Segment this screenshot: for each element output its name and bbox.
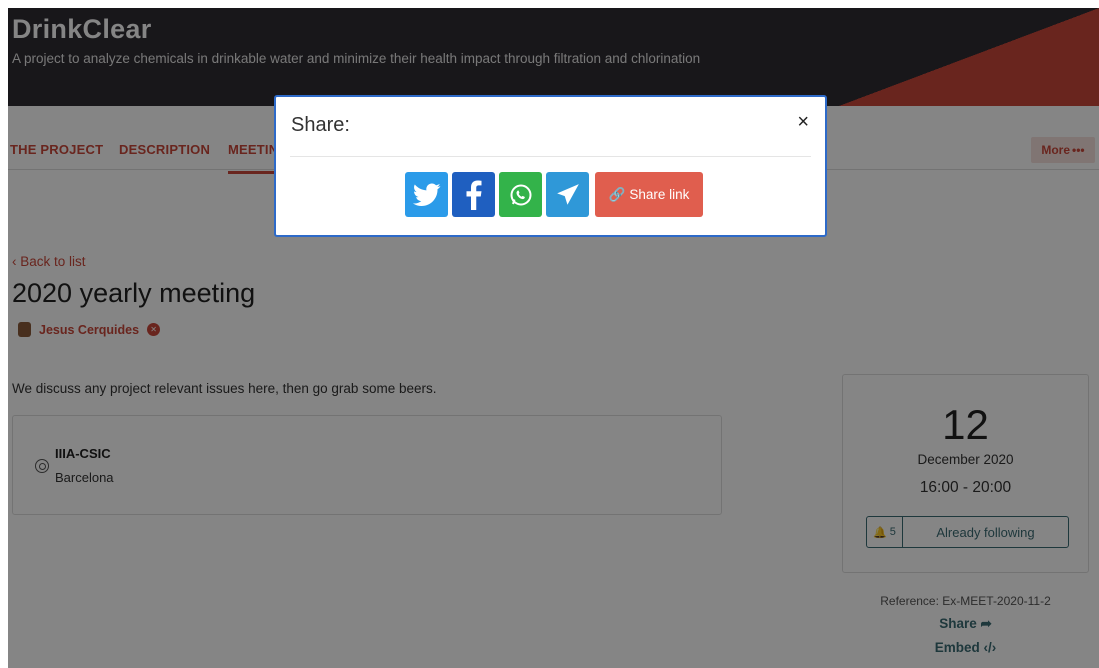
app-frame: DrinkClear A project to analyze chemical… xyxy=(8,8,1099,668)
link-icon: 🔗 xyxy=(608,186,626,202)
telegram-icon xyxy=(556,183,579,205)
twitter-icon xyxy=(412,182,441,206)
close-icon[interactable]: × xyxy=(797,111,809,134)
share-link-label: Share link xyxy=(629,187,690,202)
share-telegram-button[interactable] xyxy=(546,172,589,217)
modal-divider xyxy=(290,156,811,157)
share-twitter-button[interactable] xyxy=(405,172,448,217)
facebook-icon xyxy=(466,179,481,210)
share-whatsapp-button[interactable] xyxy=(499,172,542,217)
share-buttons: 🔗 Share link xyxy=(405,172,703,217)
share-facebook-button[interactable] xyxy=(452,172,495,217)
modal-title: Share: xyxy=(291,114,350,136)
share-link-button[interactable]: 🔗 Share link xyxy=(595,172,703,217)
share-modal: Share: × 🔗 Share link xyxy=(274,95,827,237)
whatsapp-icon xyxy=(510,184,531,205)
